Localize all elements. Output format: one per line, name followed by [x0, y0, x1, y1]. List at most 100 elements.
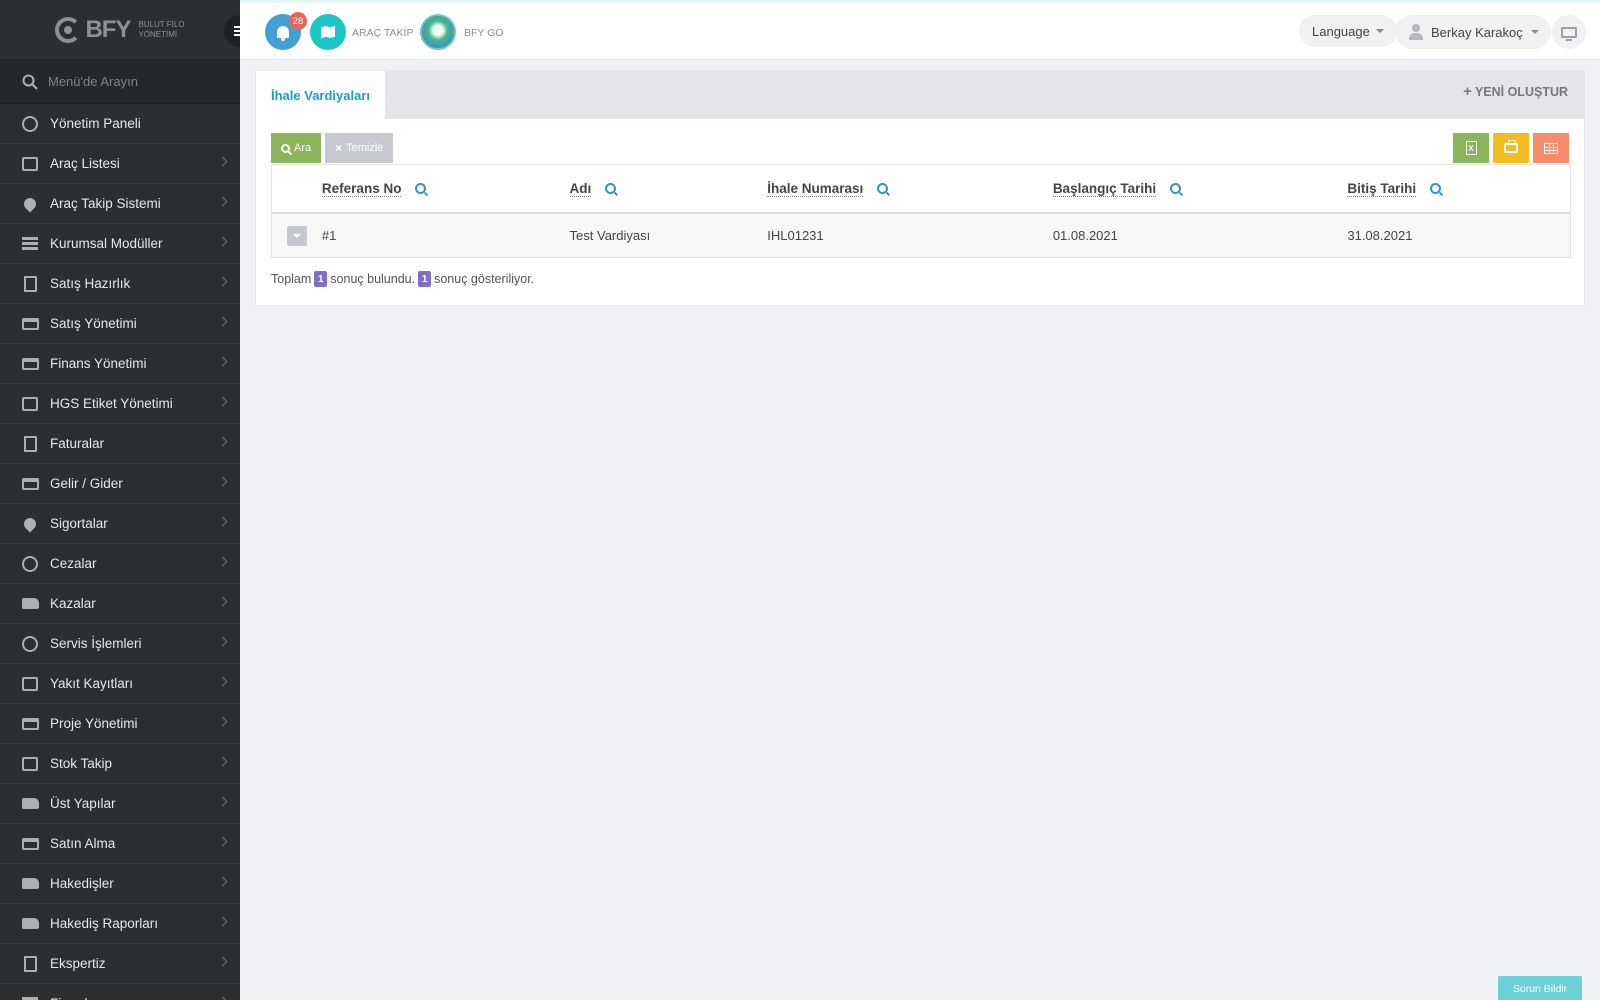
sidebar-item-label: Yönetim Paneli	[50, 116, 141, 131]
menu-toggle-button[interactable]	[224, 15, 240, 47]
search-button-label: Ara	[294, 142, 312, 154]
column-title[interactable]: İhale Numarası	[767, 181, 864, 197]
sidebar-item[interactable]: Satış Hazırlık	[0, 264, 240, 304]
sidebar-item-label: Üst Yapılar	[50, 796, 116, 811]
sidebar-item[interactable]: Satın Alma	[0, 824, 240, 864]
menu-search-input[interactable]	[48, 74, 228, 89]
icon-shape	[21, 918, 39, 929]
export-excel-button[interactable]: X	[1453, 133, 1489, 163]
panel-header: İhale Vardiyaları + YENİ OLUŞTUR	[256, 71, 1584, 119]
briefcase-icon	[20, 715, 40, 733]
column-settings-button[interactable]	[1533, 133, 1569, 163]
sidebar-item[interactable]: Yönetim Paneli	[0, 104, 240, 144]
bfy-go-button[interactable]	[420, 14, 456, 50]
print-icon	[1504, 140, 1518, 153]
bfy-go-link[interactable]: BFY GO	[464, 27, 503, 39]
logo-subtitle-line2: YÖNETİMİ	[138, 29, 178, 39]
vehicle-tracking-button[interactable]	[310, 14, 346, 50]
fuel-pump-icon	[20, 675, 40, 693]
column-title[interactable]: Bitiş Tarihi	[1347, 181, 1417, 197]
sidebar-item-label: Kurumsal Modüller	[50, 236, 163, 251]
column-header-tender-no: İhale Numarası	[767, 181, 1053, 197]
column-search-icon[interactable]	[415, 183, 427, 194]
sidebar-item[interactable]: Araç Listesi	[0, 144, 240, 184]
sidebar-item[interactable]: Finans Yönetimi	[0, 344, 240, 384]
sidebar-item[interactable]: Hakediş Raporları	[0, 904, 240, 944]
logo[interactable]: BFY BULUT FİLO YÖNETİMİ	[55, 16, 185, 44]
sidebar-item-label: Satış Yönetimi	[50, 316, 137, 331]
chevron-right-icon	[217, 236, 228, 247]
table-icon	[1544, 142, 1558, 154]
column-search-icon[interactable]	[877, 183, 889, 194]
sidebar-item[interactable]: Kurumsal Modüller	[0, 224, 240, 264]
language-dropdown[interactable]: Language	[1299, 15, 1397, 47]
icon-shape	[22, 396, 38, 411]
sidebar-item[interactable]: Yakıt Kayıtları	[0, 664, 240, 704]
row-expand-button[interactable]	[286, 225, 307, 246]
inbox-icon	[20, 755, 40, 773]
sidebar-item[interactable]: Gelir / Gider	[0, 464, 240, 504]
column-title[interactable]: Adı	[569, 181, 592, 197]
building-icon	[20, 995, 40, 1000]
book-icon	[20, 275, 40, 293]
create-new-button[interactable]: + YENİ OLUŞTUR	[1463, 83, 1568, 100]
column-search-icon[interactable]	[1170, 183, 1182, 194]
icon-shape	[21, 598, 39, 609]
sidebar-item[interactable]: Üst Yapılar	[0, 784, 240, 824]
bell-icon	[277, 26, 289, 41]
icon-shape	[21, 477, 39, 490]
sidebar-item-label: Sigortalar	[50, 516, 108, 531]
icon-shape	[22, 156, 38, 171]
chevron-right-icon	[217, 516, 228, 527]
icon-shape	[22, 996, 38, 1000]
tab-tender-shifts[interactable]: İhale Vardiyaları	[256, 71, 386, 119]
column-title[interactable]: Başlangıç Tarihi	[1052, 181, 1157, 197]
table-row[interactable]: #1 Test Vardiyası IHL01231 01.08.2021 31…	[272, 214, 1570, 257]
clear-button[interactable]: × Temizle	[325, 133, 394, 163]
close-icon: ×	[335, 141, 343, 155]
chevron-right-icon	[217, 276, 228, 287]
car-crash-icon	[20, 595, 40, 613]
column-search-icon[interactable]	[605, 183, 617, 194]
menu-search	[0, 60, 240, 104]
vehicle-tracking-link[interactable]: ARAÇ TAKİP	[352, 27, 413, 39]
column-title[interactable]: Referans No	[321, 181, 402, 197]
fullscreen-button[interactable]	[1552, 15, 1586, 49]
search-button[interactable]: Ara	[271, 133, 322, 163]
icon-shape	[21, 837, 39, 850]
cell-name: Test Vardiyası	[569, 228, 651, 243]
found-count-badge: 1	[314, 271, 328, 287]
sidebar-item[interactable]: Sigortalar	[0, 504, 240, 544]
column-search-icon[interactable]	[1430, 183, 1442, 194]
plus-icon: +	[1463, 83, 1472, 100]
sidebar-item[interactable]: Servis İşlemleri	[0, 624, 240, 664]
sidebar-item[interactable]: Stok Takip	[0, 744, 240, 784]
icon-shape	[22, 635, 38, 652]
sidebar-item[interactable]: Faturalar	[0, 424, 240, 464]
clear-button-label: Temizle	[346, 142, 384, 154]
icon-shape	[21, 195, 39, 212]
user-icon	[1409, 24, 1423, 40]
caret-down-icon	[1530, 30, 1539, 34]
sidebar-item-label: Hakedişler	[50, 876, 114, 891]
sidebar-item[interactable]: Firmalar	[0, 984, 240, 1000]
sidebar-item[interactable]: Ekspertiz	[0, 944, 240, 984]
chevron-right-icon	[217, 876, 228, 887]
icon-shape	[22, 555, 38, 572]
user-menu-dropdown[interactable]: Berkay Karakoç	[1395, 15, 1551, 49]
sidebar-item[interactable]: Proje Yönetimi	[0, 704, 240, 744]
sidebar-item[interactable]: Kazalar	[0, 584, 240, 624]
sidebar-item[interactable]: Cezalar	[0, 544, 240, 584]
sidebar-item[interactable]: HGS Etiket Yönetimi	[0, 384, 240, 424]
sidebar-item[interactable]: Hakedişler	[0, 864, 240, 904]
report-issue-button[interactable]: Sorun Bildir	[1498, 976, 1582, 1000]
cell-end-date: 31.08.2021	[1347, 228, 1413, 243]
sidebar-item-label: Servis İşlemleri	[50, 636, 142, 651]
sidebar-item[interactable]: Satış Yönetimi	[0, 304, 240, 344]
print-button[interactable]	[1493, 133, 1529, 163]
top-header: 28 ARAÇ TAKİP BFY GO Language Berkay Kar…	[240, 0, 1600, 60]
summary-shown-text: sonuç gösteriliyor.	[434, 272, 535, 286]
sidebar-item[interactable]: Araç Takip Sistemi	[0, 184, 240, 224]
summary-found-text: sonuç bulundu.	[330, 272, 416, 286]
chevron-right-icon	[217, 156, 228, 167]
